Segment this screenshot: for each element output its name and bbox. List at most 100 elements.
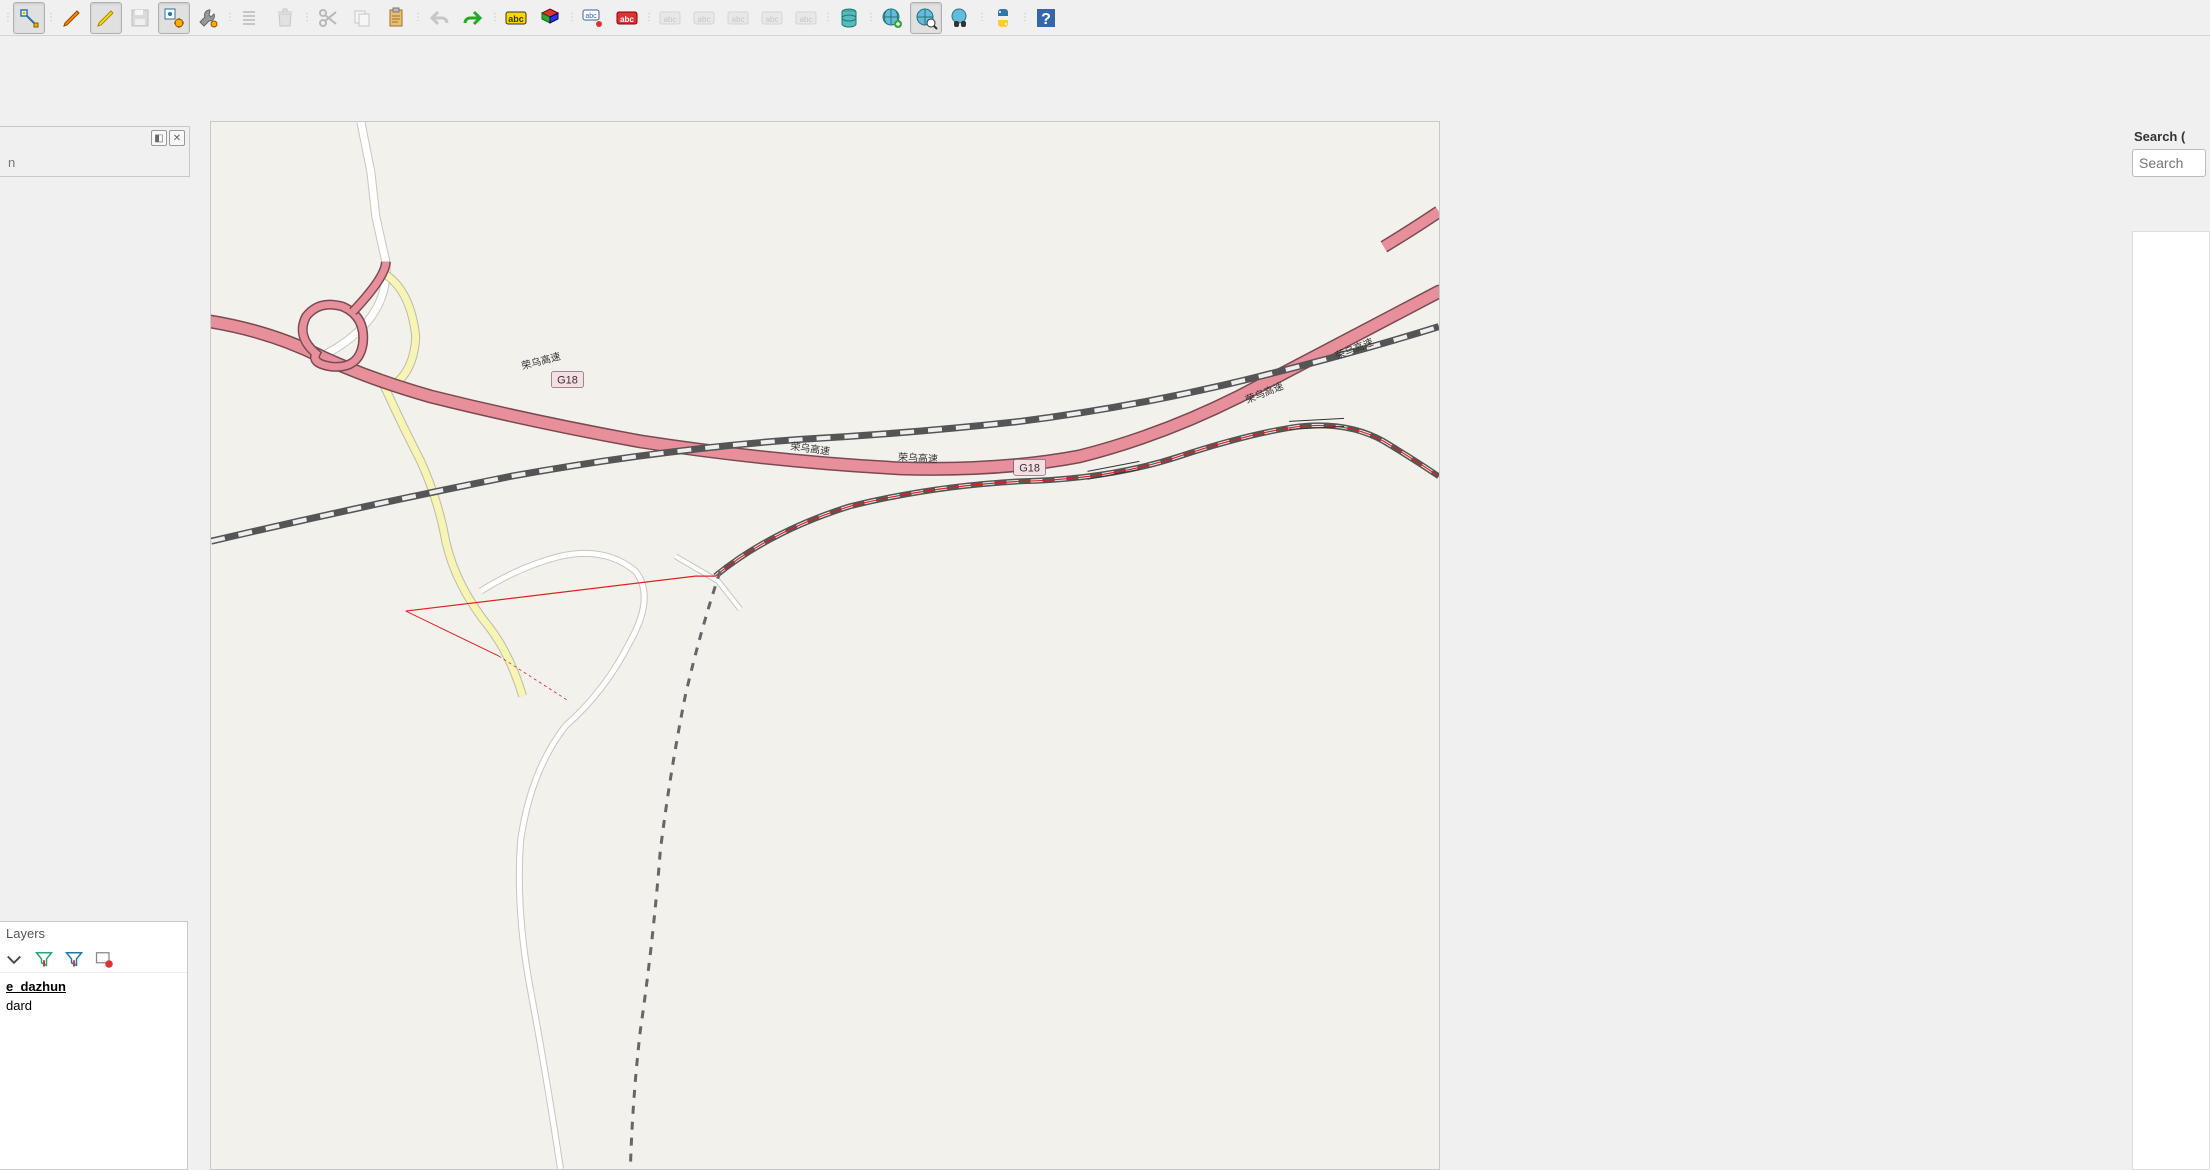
help-icon: ? [1034,6,1058,30]
layers-toolbar [0,945,187,973]
osm-find-button[interactable] [944,2,976,34]
highway-g18 [211,212,1439,469]
database-icon [837,6,861,30]
toolbar-separator: ⋮ [47,4,54,32]
label-highlight-button[interactable]: abc [611,2,643,34]
toolbar-separator: ⋮ [491,4,498,32]
copy-features-button [235,2,267,34]
label-tool-5-button: abc [790,2,822,34]
db-manager-button[interactable] [833,2,865,34]
clipboard-icon [384,6,408,30]
delete-button [269,2,301,34]
python-icon [991,6,1015,30]
diagram-3d-icon [538,6,562,30]
layer-item[interactable]: e_dazhun [2,977,185,996]
map-canvas[interactable]: G18G18 荣乌高速荣乌高速荣乌高速荣乌高速荣乌高速荣乌高速 [210,121,1440,1170]
chevron-down-icon[interactable] [4,949,24,969]
pencil-yellow-icon [94,6,118,30]
save-edits-button [124,2,156,34]
map-svg: G18G18 荣乌高速荣乌高速荣乌高速荣乌高速荣乌高速荣乌高速 [211,122,1439,1169]
undo-button [423,2,455,34]
globe-plus-icon [880,6,904,30]
toolbar-separator: ⋮ [978,4,985,32]
svg-text:abc: abc [698,15,711,24]
wrench-gear-icon [196,6,220,30]
left-dock-panel: ◧ ✕ n [0,126,190,177]
road-name-label: 荣乌高速 [898,450,939,465]
node-tool-button[interactable] [13,2,45,34]
filter-down-icon[interactable] [34,949,54,969]
toolbar-separator: ⋮ [867,4,874,32]
layer-item[interactable]: dard [2,996,185,1015]
cut-button [312,2,344,34]
search-results-area [2132,231,2210,1170]
right-search-panel: Search ( [2128,126,2210,1170]
label-tool-1-button: abc [654,2,686,34]
toolbar-grip[interactable]: ⋮ [4,4,11,32]
highway-shield: G18 [552,372,584,388]
label-tool-4-button: abc [756,2,788,34]
abc-grey-icon: abc [760,6,784,30]
osm-download-button[interactable] [876,2,908,34]
search-panel-title: Search ( [2128,126,2210,147]
label-button[interactable]: abc [500,2,532,34]
panel-hint: n [0,149,189,176]
close-icon[interactable]: ✕ [169,130,185,146]
label-tool-2-button: abc [688,2,720,34]
trash-icon [273,6,297,30]
floppy-icon [128,6,152,30]
abc-pin-icon: abc [581,6,605,30]
svg-text:G18: G18 [557,375,578,387]
globe-binoc-icon [948,6,972,30]
main-toolbar: ⋮⋮⋮⋮⋮⋮abc⋮abcabc⋮abcabcabcabcabc⋮⋮⋮⋮? [0,0,2210,36]
diagram-button[interactable] [534,2,566,34]
layers-panel-title: Layers [0,922,187,945]
osm-search-button[interactable] [910,2,942,34]
svg-text:abc: abc [620,15,634,24]
toggle-editing-button[interactable] [90,2,122,34]
toolbar-separator: ⋮ [645,4,652,32]
main-area: ◧ ✕ n Layers e_dazhundard [0,36,2210,1170]
scissors-icon [316,6,340,30]
svg-text:abc: abc [732,15,745,24]
label-tool-3-button: abc [722,2,754,34]
railway-branch-south [630,571,720,1169]
pencil-orange-icon [60,6,84,30]
svg-text:abc: abc [508,14,524,24]
toolbar-separator: ⋮ [568,4,575,32]
globe-zoom-icon [914,6,938,30]
advanced-digitizing-button[interactable] [158,2,190,34]
abc-red-icon: abc [615,6,639,30]
svg-text:G18: G18 [1019,462,1040,474]
copy-lines-icon [239,6,263,30]
paste-button[interactable] [380,2,412,34]
node-gear-icon [162,6,186,30]
node-tool-icon [17,6,41,30]
abc-grey-icon: abc [726,6,750,30]
toolbar-separator: ⋮ [824,4,831,32]
copy-icon [350,6,374,30]
layers-panel: Layers e_dazhundard [0,921,188,1170]
python-console-button[interactable] [987,2,1019,34]
toolbar-separator: ⋮ [1021,4,1028,32]
layers-list: e_dazhundard [0,973,187,1019]
help-button[interactable]: ? [1030,2,1062,34]
search-input[interactable] [2132,149,2206,177]
edit-line-red [406,576,715,701]
road-name-label: 荣乌高速 [520,350,562,373]
redo-button[interactable] [457,2,489,34]
copy-button [346,2,378,34]
redo-icon [461,6,485,30]
toolbar-separator: ⋮ [303,4,310,32]
digitize-button[interactable] [56,2,88,34]
remove-layer-icon[interactable] [94,949,114,969]
highway-shield: G18 [1014,459,1046,475]
svg-text:abc: abc [766,15,779,24]
label-pin-button[interactable]: abc [577,2,609,34]
svg-text:?: ? [1041,11,1051,28]
dock-icon[interactable]: ◧ [151,130,167,146]
filter-up-icon[interactable] [64,949,84,969]
railway-branch [715,418,1439,576]
modify-attributes-button[interactable] [192,2,224,34]
svg-text:abc: abc [800,15,813,24]
